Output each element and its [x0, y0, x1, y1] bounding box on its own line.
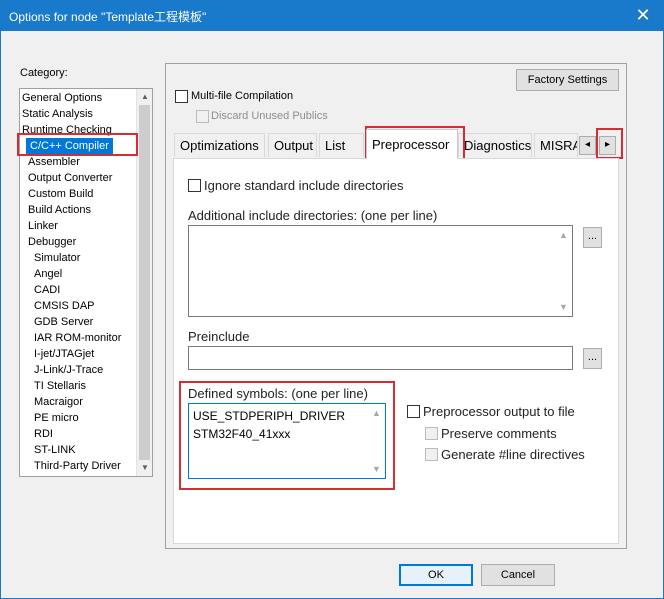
additional-include-textarea[interactable]: ▲ ▼ [188, 225, 573, 317]
window-title: Options for node "Template工程模板" [9, 10, 207, 24]
scroll-thumb[interactable] [139, 105, 150, 460]
discard-unused-label: Discard Unused Publics [211, 110, 328, 122]
category-item[interactable]: Angel [34, 266, 62, 282]
category-item[interactable]: Output Converter [28, 170, 112, 186]
category-item[interactable]: TI Stellaris [34, 378, 86, 394]
category-item[interactable]: ST-LINK [34, 442, 76, 458]
additional-browse-button[interactable]: ... [583, 227, 602, 248]
preinclude-label: Preinclude [188, 329, 250, 344]
preserve-comments-checkbox[interactable] [425, 427, 438, 440]
scroll-up-icon[interactable]: ▲ [555, 228, 572, 242]
pp-output-checkbox[interactable] [407, 405, 420, 418]
title-bar: Options for node "Template工程模板" ✕ [1, 1, 663, 31]
preinclude-input[interactable] [188, 346, 573, 370]
category-scrollbar[interactable]: ▲ ▼ [136, 89, 152, 476]
scroll-up-icon[interactable]: ▲ [137, 89, 152, 105]
ok-button[interactable]: OK [399, 564, 473, 586]
category-item[interactable]: PE micro [34, 410, 79, 426]
tab-scroll-right-icon[interactable]: ▸ [599, 136, 616, 155]
tab-misra[interactable]: MISRA [534, 133, 578, 157]
defined-scrollbar[interactable]: ▲ ▼ [368, 404, 385, 478]
category-item[interactable]: J-Link/J-Trace [34, 362, 103, 378]
generate-line-checkbox[interactable] [425, 448, 438, 461]
cancel-button[interactable]: Cancel [481, 564, 555, 586]
category-item[interactable]: Linker [28, 218, 58, 234]
category-item[interactable]: Assembler [28, 154, 80, 170]
tab-list[interactable]: List [319, 133, 364, 157]
pp-output-label: Preprocessor output to file [423, 404, 575, 419]
multi-file-checkbox[interactable] [175, 90, 188, 103]
category-item[interactable]: Third-Party Driver [34, 458, 121, 474]
discard-unused-checkbox[interactable] [196, 110, 209, 123]
tab-preprocessor[interactable]: Preprocessor [366, 129, 458, 159]
defined-symbols-text: USE_STDPERIPH_DRIVER STM32F40_41xxx [193, 407, 345, 443]
category-item[interactable]: IAR ROM-monitor [34, 330, 121, 346]
category-item[interactable]: I-jet/JTAGjet [34, 346, 94, 362]
preinclude-browse-button[interactable]: ... [583, 348, 602, 369]
category-item[interactable]: RDI [34, 426, 53, 442]
category-item[interactable]: Simulator [34, 250, 80, 266]
tab-optimizations[interactable]: Optimizations [174, 133, 265, 157]
defined-symbols-textarea[interactable]: USE_STDPERIPH_DRIVER STM32F40_41xxx ▲ ▼ [188, 403, 386, 479]
defined-symbol-line: USE_STDPERIPH_DRIVER [193, 409, 346, 423]
tab-diagnostics[interactable]: Diagnostics [458, 133, 532, 157]
defined-symbol-line: STM32F40_41xxx [193, 427, 291, 441]
category-item[interactable]: Static Analysis [22, 106, 93, 122]
category-item[interactable]: GDB Server [34, 314, 93, 330]
category-item[interactable]: Build Actions [28, 202, 91, 218]
scroll-down-icon[interactable]: ▼ [555, 300, 572, 314]
generate-line-label: Generate #line directives [441, 447, 585, 462]
scroll-up-icon[interactable]: ▲ [368, 406, 385, 420]
preserve-comments-label: Preserve comments [441, 426, 557, 441]
category-item[interactable]: Runtime Checking [22, 122, 112, 138]
close-icon[interactable]: ✕ [629, 4, 657, 26]
scroll-down-icon[interactable]: ▼ [137, 460, 152, 476]
category-item[interactable]: Debugger [28, 234, 76, 250]
defined-symbols-label: Defined symbols: (one per line) [188, 386, 368, 401]
category-list[interactable]: General Options Static Analysis Runtime Ch… [19, 88, 153, 477]
additional-scrollbar[interactable]: ▲ ▼ [555, 226, 572, 316]
factory-settings-button[interactable]: Factory Settings [516, 69, 619, 91]
scroll-down-icon[interactable]: ▼ [368, 462, 385, 476]
multi-file-label: Multi-file Compilation [191, 90, 294, 102]
ignore-std-label: Ignore standard include directories [204, 178, 404, 193]
category-item[interactable]: CMSIS DAP [34, 298, 95, 314]
additional-include-label: Additional include directories: (one per… [188, 208, 438, 223]
ignore-std-checkbox[interactable] [188, 179, 201, 192]
category-item[interactable]: Custom Build [28, 186, 93, 202]
tab-scroll-left-icon[interactable]: ◂ [579, 136, 596, 155]
category-item[interactable]: C/C++ Compiler [26, 138, 113, 154]
category-label: Category: [20, 67, 68, 79]
category-item[interactable]: General Options [22, 90, 102, 106]
tab-output[interactable]: Output [268, 133, 317, 157]
category-item[interactable]: CADI [34, 282, 60, 298]
options-dialog: Options for node "Template工程模板" ✕ Catego… [0, 0, 664, 599]
category-item[interactable]: Macraigor [34, 394, 83, 410]
